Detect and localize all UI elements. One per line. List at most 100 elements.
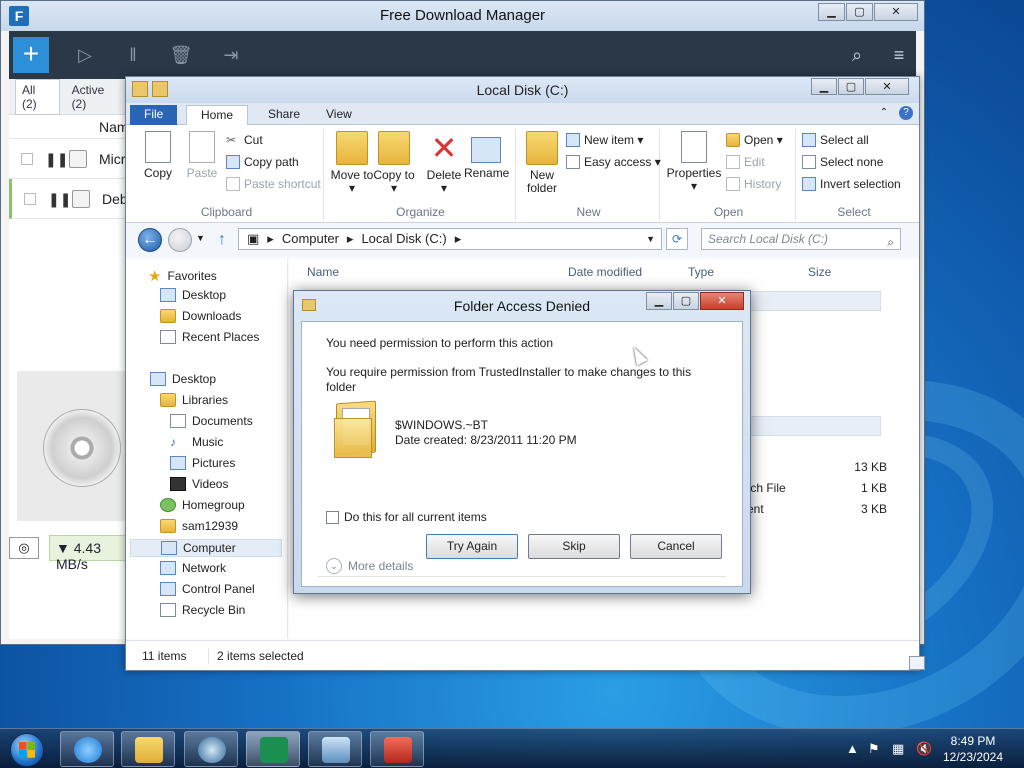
paste-shortcut-button[interactable]: Paste shortcut [226,177,321,191]
delete-button[interactable]: ✕ Delete ▾ [422,131,466,195]
pause-all-icon[interactable]: ‖ [121,43,145,67]
nav-pictures[interactable]: Pictures [170,456,235,470]
close-button[interactable]: ✕ [700,292,744,310]
large-icons-view-icon[interactable] [909,656,925,670]
rename-button[interactable]: Rename [464,131,509,180]
nav-network[interactable]: Network [160,561,226,575]
row-checkbox[interactable] [24,193,36,205]
new-item-button[interactable]: New item ▾ [566,133,643,147]
add-download-button[interactable]: + [13,37,49,73]
tab-share[interactable]: Share [254,105,314,125]
nav-videos[interactable]: Videos [170,477,228,491]
breadcrumb-computer[interactable]: Computer [282,229,339,249]
select-all-button[interactable]: Select all [802,133,869,147]
nav-recent-places[interactable]: Recent Places [160,330,259,344]
nav-recycle-bin[interactable]: Recycle Bin [160,603,245,617]
breadcrumb-local-disk[interactable]: Local Disk (C:) [361,229,446,249]
minimize-button[interactable]: ▁ [646,292,672,310]
taskbar-file-explorer[interactable] [121,731,175,767]
maximize-button[interactable]: ▢ [838,78,864,95]
new-folder-button[interactable]: New folder [520,131,564,195]
tab-all[interactable]: All (2) [15,78,60,115]
nav-computer[interactable]: Computer [130,539,282,557]
open-button[interactable]: Open ▾ [726,133,783,147]
column-size[interactable]: Size [808,265,831,279]
more-details-toggle[interactable]: ⌄ More details [326,558,413,574]
edit-button[interactable]: Edit [726,155,765,169]
move-icon[interactable]: ⇥ [219,43,243,67]
recent-locations-icon[interactable]: ▼ [196,233,205,243]
tab-file[interactable]: File [130,105,178,125]
pause-icon[interactable]: ❚❚ [45,151,68,168]
column-name[interactable]: Name [307,265,339,279]
move-to-button[interactable]: Move to ▾ [330,131,374,195]
select-none-button[interactable]: Select none [802,155,883,169]
flag-icon[interactable]: ⚑ [868,741,880,757]
up-arrow-icon[interactable]: ↑ [218,231,226,249]
close-button[interactable]: ✕ [865,78,909,95]
taskbar-media-player[interactable] [184,731,238,767]
nav-libraries[interactable]: Libraries [160,393,228,407]
nav-documents[interactable]: Documents [170,414,253,428]
network-icon[interactable]: ▦ [892,741,904,757]
copy-button[interactable]: Copy [136,131,180,180]
explorer-titlebar[interactable]: Local Disk (C:) ▁ ▢ ✕ [126,77,919,103]
pause-icon[interactable]: ❚❚ [48,191,71,208]
nav-music[interactable]: ♪ Music [170,435,223,449]
cut-button[interactable]: ✂ Cut [226,133,263,147]
nav-control-panel[interactable]: Control Panel [160,582,255,596]
close-button[interactable]: ✕ [874,3,918,21]
minimize-button[interactable]: ▁ [818,3,845,21]
forward-arrow-icon[interactable] [168,228,192,252]
refresh-icon[interactable]: ⟳ [666,228,688,250]
nav-downloads[interactable]: Downloads [160,309,241,323]
maximize-button[interactable]: ▢ [673,292,699,310]
properties-button[interactable]: Properties ▾ [666,131,722,193]
search-icon[interactable]: ⌕ [887,232,894,252]
column-date-modified[interactable]: Date modified [568,265,642,279]
skip-button[interactable]: Skip [528,534,620,559]
try-again-button[interactable]: Try Again [426,534,518,559]
address-dropdown-icon[interactable]: ▼ [646,229,655,249]
nav-desktop[interactable]: Desktop [150,372,216,386]
back-arrow-icon[interactable]: ← [138,228,162,252]
help-icon[interactable]: ? [899,106,913,120]
nav-homegroup[interactable]: Homegroup [160,498,245,512]
maximize-button[interactable]: ▢ [846,3,873,21]
collapse-ribbon-icon[interactable]: ⌃ [877,106,891,120]
column-type[interactable]: Type [688,265,714,279]
nav-desktop-fav[interactable]: Desktop [160,288,226,302]
speed-limit-icon[interactable]: ◎ [9,537,39,559]
row-checkbox[interactable] [21,153,33,165]
address-bar[interactable]: ▣ ▸ Computer ▸ Local Disk (C:) ▸ ▼ [238,228,662,250]
minimize-button[interactable]: ▁ [811,78,837,95]
taskbar-control-panel[interactable] [308,731,362,767]
fdm-titlebar[interactable]: F Free Download Manager ▁ ▢ ✕ [1,1,924,31]
taskbar-toolbox[interactable] [370,731,424,767]
easy-access-button[interactable]: Easy access ▾ [566,155,661,169]
taskbar-internet-explorer[interactable] [60,731,114,767]
copy-to-button[interactable]: Copy to ▾ [372,131,416,195]
invert-selection-button[interactable]: Invert selection [802,177,901,191]
show-hidden-icons-icon[interactable]: ▲ [846,741,859,756]
menu-icon[interactable]: ≡ [887,43,911,67]
start-button[interactable] [2,730,54,768]
search-icon[interactable]: ⌕ [845,43,869,67]
dialog-titlebar[interactable]: Folder Access Denied ▁ ▢ ✕ [294,291,750,321]
delete-icon[interactable]: 🗑 [169,43,193,67]
checkbox-box[interactable] [326,510,339,524]
clock[interactable]: 8:49 PM 12/23/2024 [940,733,1006,765]
history-button[interactable]: History [726,177,781,191]
list-item[interactable]: ❚❚ Micr [9,139,127,179]
apply-to-all-checkbox[interactable]: Do this for all current items [326,510,487,524]
paste-button[interactable]: Paste [180,131,224,180]
nav-favorites[interactable]: ★ Favorites [148,267,217,285]
nav-user[interactable]: sam12939 [160,519,238,533]
cancel-button[interactable]: Cancel [630,534,722,559]
search-input[interactable]: Search Local Disk (C:) ⌕ [701,228,901,250]
tab-view[interactable]: View [312,105,366,125]
list-item[interactable]: ❚❚ Debi [9,179,131,219]
taskbar-free-download-manager[interactable] [246,731,300,767]
copy-path-button[interactable]: Copy path [226,155,299,169]
tab-home[interactable]: Home [186,105,249,126]
